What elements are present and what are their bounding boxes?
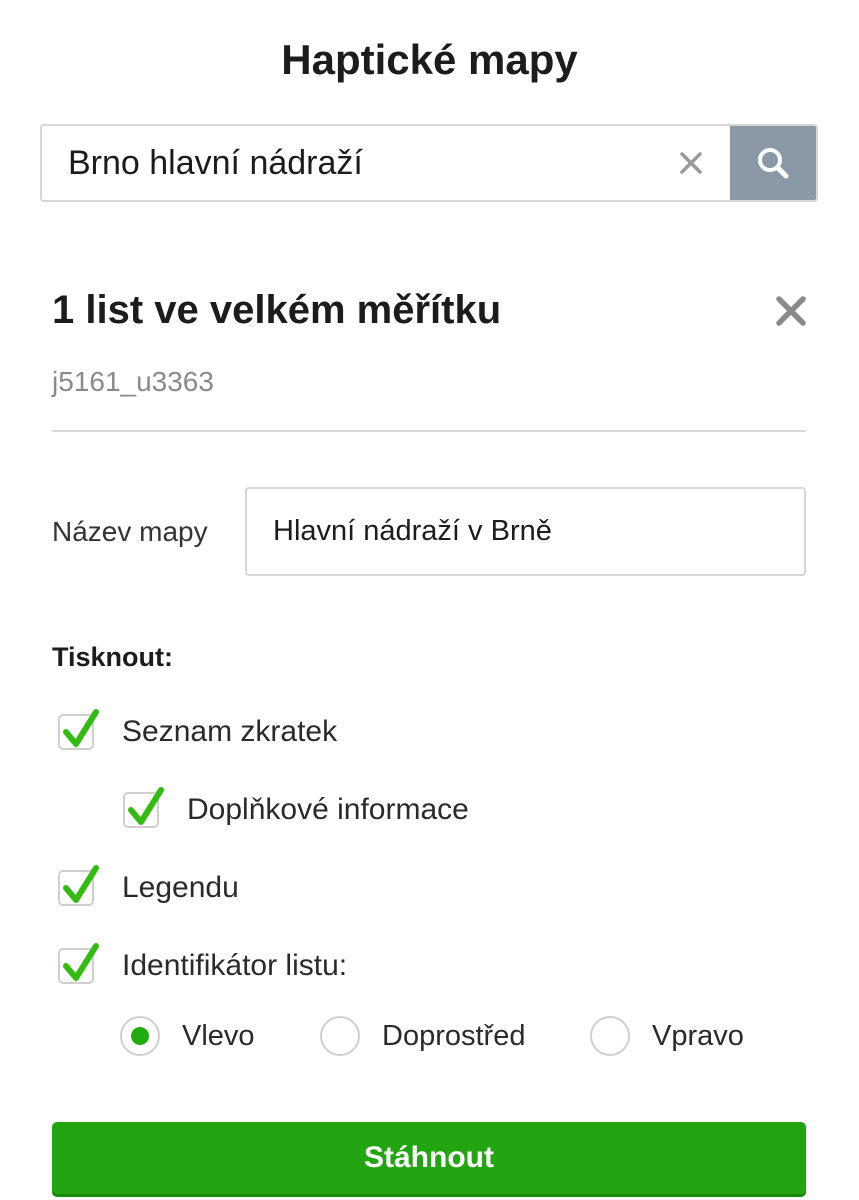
- search-icon: [758, 148, 789, 179]
- radio-selected-dot: [131, 1027, 149, 1045]
- search-clear-button[interactable]: [652, 126, 730, 200]
- app-panel: Haptické mapy 1 list ve velkém měřítku j…: [0, 0, 859, 1200]
- radio-button[interactable]: [590, 1016, 630, 1056]
- checkbox-label: Identifikátor listu:: [122, 949, 348, 982]
- search-box: [40, 124, 818, 202]
- checkbox-label: Seznam zkratek: [122, 715, 338, 748]
- checkmark-icon: [128, 787, 164, 825]
- download-button[interactable]: Stáhnout: [52, 1122, 806, 1194]
- radio-label: Vpravo: [652, 1019, 744, 1052]
- checkbox-legend[interactable]: Legendu: [58, 865, 239, 906]
- checkbox-box[interactable]: [123, 787, 164, 828]
- radio-button[interactable]: [320, 1016, 360, 1056]
- close-icon: [776, 296, 806, 326]
- checkbox-box[interactable]: [58, 865, 99, 906]
- sheet-close-button[interactable]: [770, 290, 812, 332]
- checkmark-icon: [63, 709, 99, 747]
- search-input[interactable]: [42, 126, 652, 200]
- radio-label: Vlevo: [182, 1019, 255, 1052]
- radio-left[interactable]: Vlevo: [120, 1016, 255, 1056]
- radio-button[interactable]: [120, 1016, 160, 1056]
- checkbox-box[interactable]: [58, 709, 99, 750]
- close-icon: [680, 152, 702, 174]
- print-heading: Tisknout:: [52, 642, 173, 672]
- map-name-input[interactable]: [245, 487, 806, 576]
- checkmark-icon: [63, 865, 99, 903]
- checkbox-label: Legendu: [122, 871, 239, 904]
- radio-label: Doprostřed: [382, 1019, 526, 1052]
- checkbox-label: Doplňkové informace: [187, 793, 469, 826]
- search-button[interactable]: [730, 126, 816, 200]
- checkbox-additional-info[interactable]: Doplňkové informace: [123, 787, 469, 828]
- checkbox-box[interactable]: [58, 943, 99, 984]
- divider: [52, 430, 806, 432]
- map-name-label: Název mapy: [52, 516, 208, 547]
- sheet-id: j5161_u3363: [52, 366, 214, 397]
- app-title: Haptické mapy: [281, 36, 578, 83]
- radio-right[interactable]: Vpravo: [590, 1016, 744, 1056]
- checkbox-sheet-identifier[interactable]: Identifikátor listu:: [58, 943, 348, 984]
- radio-center[interactable]: Doprostřed: [320, 1016, 525, 1056]
- checkbox-abbreviations[interactable]: Seznam zkratek: [58, 709, 338, 750]
- sheet-title: 1 list ve velkém měřítku: [52, 288, 502, 332]
- checkmark-icon: [63, 943, 99, 981]
